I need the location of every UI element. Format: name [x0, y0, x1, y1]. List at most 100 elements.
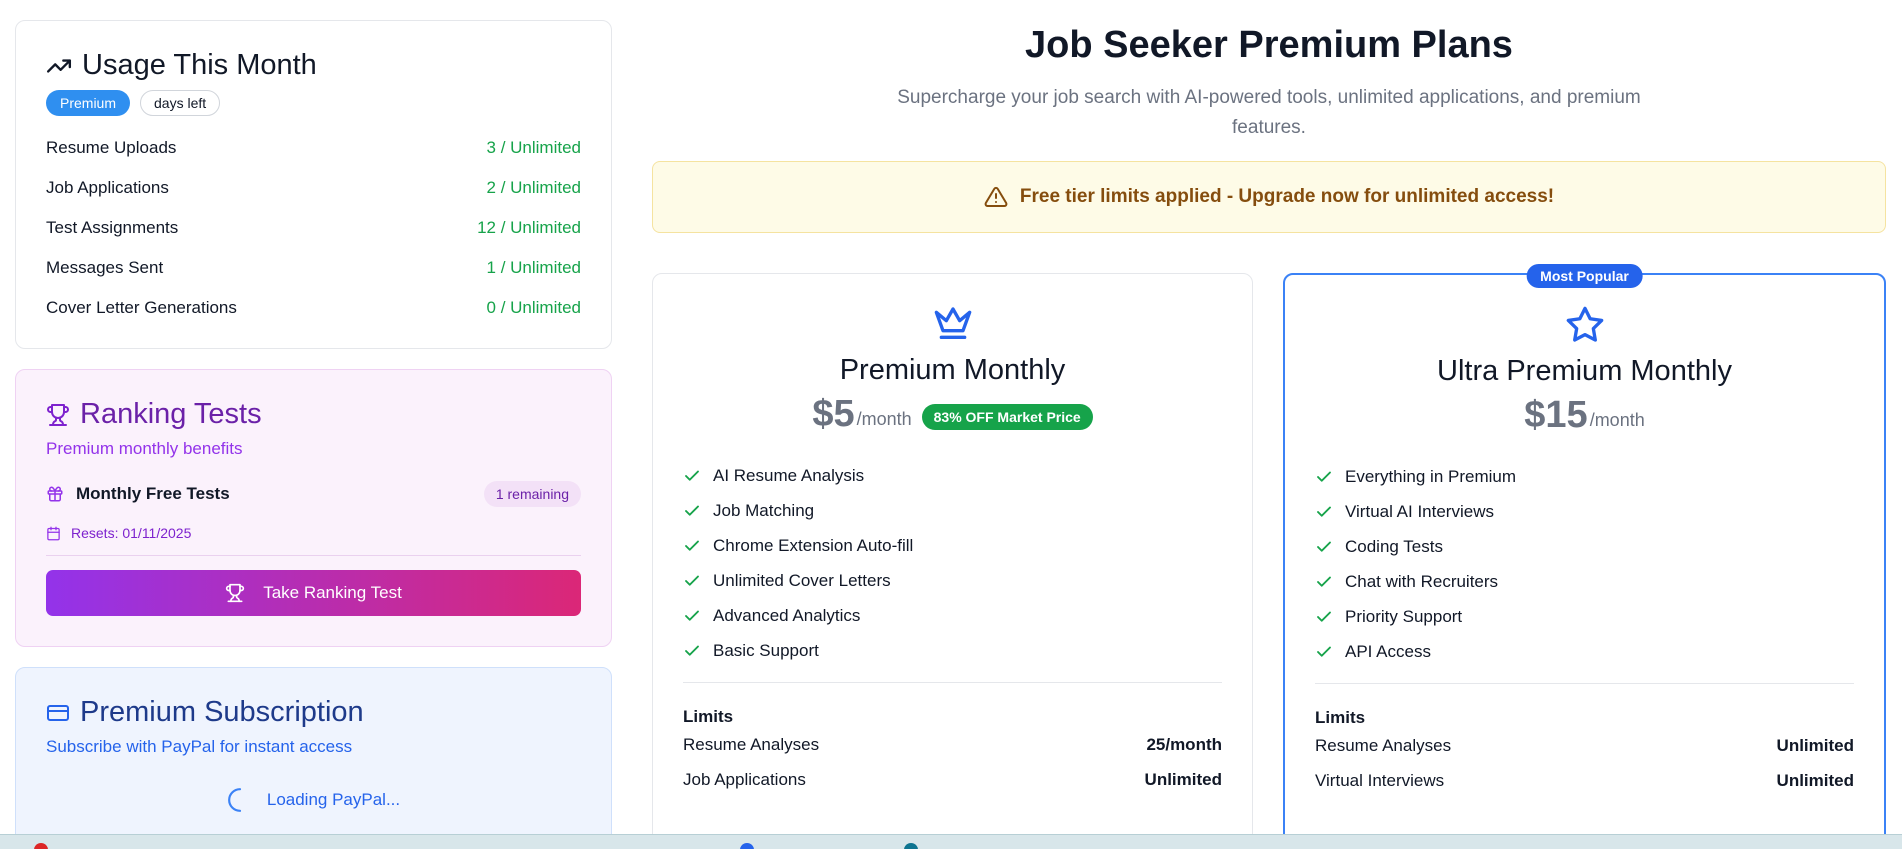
loading-text: Loading PayPal...: [266, 790, 401, 809]
sidebar: Usage This Month Premium days left Resum…: [15, 20, 612, 849]
divider: [1315, 683, 1854, 684]
limit-row: Resume Analyses Unlimited: [1315, 728, 1854, 763]
check-icon: [1317, 646, 1331, 657]
crown-icon: [934, 307, 971, 339]
usage-value: 3 / Unlimited: [486, 138, 581, 157]
usage-label: Test Assignments: [46, 218, 179, 237]
spinner-icon: [228, 788, 241, 812]
usage-row: Resume Uploads 3 / Unlimited: [46, 128, 581, 168]
usage-row: Cover Letter Generations 0 / Unlimited: [46, 288, 581, 328]
check-icon: [685, 645, 699, 656]
taskbar-strip: [0, 834, 1902, 849]
check-icon: [685, 540, 699, 551]
feature-item: Coding Tests: [1315, 529, 1854, 564]
usage-value: 2 / Unlimited: [486, 178, 581, 197]
feature-item: Everything in Premium: [1315, 459, 1854, 494]
plan-card-premium-monthly[interactable]: Premium Monthly $5 /month 83% OFF Market…: [652, 273, 1253, 849]
check-icon: [1317, 541, 1331, 552]
feature-text: Everything in Premium: [1345, 466, 1517, 486]
limit-value: Unlimited: [1144, 769, 1222, 789]
feature-item: Unlimited Cover Letters: [683, 563, 1222, 598]
calendar-icon: [47, 526, 60, 540]
taskbar-app-icon[interactable]: [904, 843, 918, 849]
usage-value: 0 / Unlimited: [486, 298, 581, 317]
feature-item: Basic Support: [683, 633, 1222, 668]
taskbar-app-icon[interactable]: [740, 843, 754, 849]
plan-name: Premium Monthly: [839, 354, 1066, 386]
feature-text: Chat with Recruiters: [1345, 571, 1499, 591]
page-subtitle: Supercharge your job search with AI-powe…: [897, 87, 1641, 138]
feature-text: Basic Support: [713, 640, 819, 660]
premium-subscription-card: Premium Subscription Subscribe with PayP…: [15, 667, 612, 849]
feature-text: API Access: [1345, 641, 1431, 661]
feature-item: Job Matching: [683, 493, 1222, 528]
usage-card: Usage This Month Premium days left Resum…: [15, 20, 612, 349]
plan-badge: Premium: [46, 90, 131, 116]
usage-label: Messages Sent: [46, 258, 164, 277]
subscription-subtitle: Subscribe with PayPal for instant access: [46, 737, 353, 756]
plan-period: /month: [856, 409, 912, 429]
usage-value: 1 / Unlimited: [486, 258, 581, 277]
feature-item: Priority Support: [1315, 599, 1854, 634]
trending-up-icon: [46, 58, 72, 73]
plan-price: $5: [812, 393, 855, 435]
check-icon: [685, 505, 699, 516]
gift-icon: [47, 486, 63, 502]
plan-name: Ultra Premium Monthly: [1437, 355, 1732, 387]
limit-value: Unlimited: [1776, 735, 1854, 755]
remaining-badge: 1 remaining: [483, 481, 581, 507]
limit-value: 25/month: [1146, 734, 1222, 754]
resets-text: Resets: 01/11/2025: [71, 525, 192, 541]
ranking-title-text: Ranking Tests: [80, 398, 262, 430]
usage-row: Test Assignments 12 / Unlimited: [46, 208, 581, 248]
feature-text: Chrome Extension Auto-fill: [713, 535, 914, 555]
usage-label: Cover Letter Generations: [46, 298, 237, 317]
feature-text: Job Matching: [713, 500, 815, 520]
feature-text: Advanced Analytics: [713, 605, 861, 625]
check-icon: [685, 610, 699, 621]
limit-label: Resume Analyses: [1315, 735, 1452, 755]
alert-text: Free tier limits applied - Upgrade now f…: [1019, 186, 1555, 207]
check-icon: [1317, 611, 1331, 622]
limit-row: Job Applications Unlimited: [683, 762, 1222, 797]
feature-text: Unlimited Cover Letters: [713, 570, 891, 590]
check-icon: [1317, 576, 1331, 587]
free-tests-row: Monthly Free Tests 1 remaining: [46, 481, 581, 507]
plan-price: $15: [1524, 394, 1588, 436]
limit-row: Virtual Interviews Unlimited: [1315, 763, 1854, 798]
usage-value: 12 / Unlimited: [477, 218, 581, 237]
ranking-title: Ranking Tests: [46, 398, 581, 431]
usage-label: Job Applications: [46, 178, 169, 197]
usage-label: Resume Uploads: [46, 138, 177, 157]
usage-title-text: Usage This Month: [82, 49, 317, 81]
feature-text: Virtual AI Interviews: [1345, 501, 1494, 521]
taskbar-app-icon[interactable]: [34, 843, 48, 849]
feature-item: Chat with Recruiters: [1315, 564, 1854, 599]
take-ranking-test-button[interactable]: Take Ranking Test: [46, 570, 581, 616]
days-left-badge: days left: [140, 90, 221, 116]
feature-text: Coding Tests: [1345, 536, 1443, 556]
feature-item: AI Resume Analysis: [683, 458, 1222, 493]
main-content: Job Seeker Premium Plans Supercharge you…: [652, 0, 1886, 849]
most-popular-badge: Most Popular: [1526, 264, 1643, 288]
limits-title: Limits: [683, 707, 734, 726]
paypal-loading: Loading PayPal...: [46, 787, 581, 813]
feature-list: Everything in Premium Virtual AI Intervi…: [1315, 459, 1854, 669]
limits-title: Limits: [1315, 708, 1366, 727]
limit-label: Virtual Interviews: [1315, 770, 1445, 790]
trophy-icon: [226, 583, 245, 603]
limit-label: Resume Analyses: [683, 734, 820, 754]
limit-row: Resume Analyses 25/month: [683, 727, 1222, 762]
feature-text: Priority Support: [1345, 606, 1463, 626]
check-icon: [685, 575, 699, 586]
feature-text: AI Resume Analysis: [713, 465, 865, 485]
plan-card-ultra-premium-monthly[interactable]: Most Popular Ultra Premium Monthly $15 /…: [1283, 264, 1886, 849]
subscription-title-text: Premium Subscription: [80, 696, 364, 728]
feature-item: Advanced Analytics: [683, 598, 1222, 633]
ranking-tests-card: Ranking Tests Premium monthly benefits M…: [15, 369, 612, 647]
feature-item: API Access: [1315, 634, 1854, 669]
check-icon: [1317, 471, 1331, 482]
plans-grid: Premium Monthly $5 /month 83% OFF Market…: [652, 264, 1886, 849]
divider: [683, 682, 1222, 683]
discount-badge: 83% OFF Market Price: [921, 403, 1093, 430]
